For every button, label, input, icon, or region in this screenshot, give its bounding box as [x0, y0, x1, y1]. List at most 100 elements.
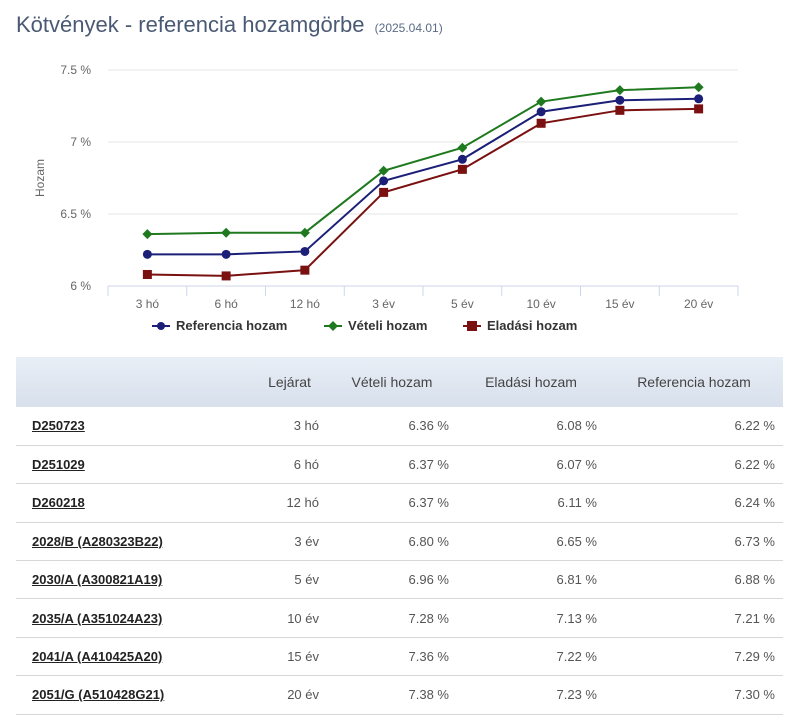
x-tick-label: 20 év [684, 297, 713, 311]
legend-item-buy[interactable]: Vételi hozam [324, 318, 427, 333]
x-tick-label: 3 év [372, 297, 395, 311]
y-tick-label: 7.5 % [60, 63, 91, 77]
buy-yield-cell: 6.36 % [408, 418, 449, 434]
y-tick-label: 6.5 % [60, 207, 91, 221]
bond-name-cell: 2041/A (A410425A20) [16, 637, 252, 675]
bond-table: Lejárat Vételi hozam Eladási hozam Refer… [16, 357, 783, 715]
sell-yield-cell: 6.11 % [557, 495, 597, 511]
x-tick-label: 15 év [605, 297, 634, 311]
data-point [142, 269, 152, 279]
table-row: D251029 6 hó 6.37 % 6.07 % 6.22 % [16, 445, 783, 484]
legend-square-icon [463, 320, 481, 331]
page-title: Kötvények - referencia hozamgörbe (2025.… [16, 12, 443, 38]
x-tick-label: 10 év [526, 297, 555, 311]
title-date: (2025.04.01) [374, 21, 443, 35]
x-tick-label: 6 hó [214, 297, 238, 311]
bond-name-cell: 2035/A (A351024A23) [16, 599, 252, 637]
bond-name-cell: D251029 [16, 445, 252, 483]
ref-yield-cell: 6.22 % [734, 418, 775, 434]
table-row: 2030/A (A300821A19) 5 év 6.96 % 6.81 % 6.88 … [16, 560, 783, 599]
data-point [221, 227, 232, 238]
col-header-buy[interactable]: Vételi hozam [327, 357, 457, 407]
legend-circle-icon [152, 321, 170, 330]
x-tick-label: 5 év [451, 297, 474, 311]
data-point [615, 105, 625, 115]
data-point [694, 94, 704, 104]
bond-link[interactable]: 2030/A (A300821A19) [32, 572, 162, 587]
table-body: D250723 3 hó 6.36 % 6.08 % 6.22 % D251029 6 hó… [16, 407, 783, 715]
legend-item-sell[interactable]: Eladási hozam [463, 318, 577, 333]
table-row: 2041/A (A410425A20) 15 év 7.36 % 7.22 % 7.29… [16, 637, 783, 676]
ref-yield-cell: 6.88 % [734, 572, 775, 588]
col-header-ref[interactable]: Referencia hozam [605, 357, 783, 407]
legend-diamond-icon [324, 320, 342, 331]
maturity-cell: 12 hó [286, 495, 319, 511]
x-tick-label: 12 hó [290, 297, 320, 311]
x-tick-label: 3 hó [136, 297, 160, 311]
data-point [142, 249, 152, 259]
y-tick-label: 6 % [70, 279, 91, 293]
ref-yield-cell: 6.22 % [734, 457, 775, 473]
data-point [221, 249, 231, 259]
col-header-name [16, 357, 252, 407]
data-point [536, 96, 547, 107]
bond-name-cell: D250723 [16, 407, 252, 445]
table-row: 2028/B (A280323B22) 3 év 6.80 % 6.65 % 6.73 … [16, 522, 783, 561]
legend-label-ref: Referencia hozam [176, 318, 288, 333]
y-tick-label: 7 % [70, 135, 91, 149]
bond-link[interactable]: 2028/B (A280323B22) [32, 534, 163, 549]
ref-yield-cell: 7.30 % [734, 687, 775, 703]
series-line-2 [147, 107, 699, 277]
data-point [536, 118, 546, 128]
data-point [300, 246, 310, 256]
buy-yield-cell: 6.80 % [408, 533, 449, 549]
series-line-0 [147, 97, 699, 256]
bond-name-cell: 2030/A (A300821A19) [16, 561, 252, 599]
maturity-cell: 3 év [294, 533, 319, 549]
table-row: 2035/A (A351024A23) 10 év 7.28 % 7.13 % 7.21… [16, 598, 783, 638]
sell-yield-cell: 6.08 % [556, 418, 597, 434]
table-header-row: Lejárat Vételi hozam Eladási hozam Refer… [16, 357, 783, 407]
data-point [142, 229, 153, 240]
buy-yield-cell: 7.38 % [408, 687, 449, 703]
chart-legend: Referencia hozam Vételi hozam Eladási ho… [0, 318, 800, 336]
sell-yield-cell: 7.23 % [556, 687, 597, 703]
ref-yield-cell: 7.21 % [734, 610, 775, 626]
maturity-cell: 3 hó [293, 418, 319, 434]
maturity-cell: 20 év [287, 687, 319, 703]
bond-name-cell: D260218 [16, 484, 252, 522]
maturity-cell: 5 év [294, 572, 319, 588]
data-point [300, 265, 310, 275]
title-text: Kötvények - referencia hozamgörbe [16, 12, 365, 37]
legend-label-buy: Vételi hozam [348, 318, 428, 333]
y-axis-label: Hozam [33, 159, 47, 197]
col-header-maturity[interactable]: Lejárat [252, 357, 327, 407]
maturity-cell: 15 év [287, 649, 319, 665]
data-point [536, 107, 546, 117]
ref-yield-cell: 6.73 % [734, 533, 775, 549]
yield-curve-chart: 6 % 6.5 % 7 % 7.5 % Hozam 3 hó 6 hó 12 hó 3 év 5 … [33, 63, 739, 311]
sell-yield-cell: 7.13 % [556, 610, 597, 626]
data-point [379, 176, 389, 186]
bond-link[interactable]: 2051/G (A510428G21) [32, 687, 164, 702]
data-point [457, 142, 468, 153]
maturity-cell: 10 év [287, 610, 319, 626]
bond-link[interactable]: 2035/A (A351024A23) [32, 611, 162, 626]
buy-yield-cell: 6.96 % [408, 572, 449, 588]
legend-item-ref[interactable]: Referencia hozam [152, 318, 287, 333]
bond-link[interactable]: D260218 [32, 495, 85, 510]
ref-yield-cell: 6.24 % [734, 495, 775, 511]
buy-yield-cell: 6.37 % [408, 495, 449, 511]
table-row: 2051/G (A510428G21) 20 év 7.38 % 7.23 % 7.30… [16, 675, 783, 715]
table-row: D260218 12 hó 6.37 % 6.11 % 6.24 % [16, 483, 783, 523]
bond-name-cell: 2051/G (A510428G21) [16, 676, 252, 714]
sell-yield-cell: 7.22 % [556, 649, 597, 665]
bond-name-cell: 2028/B (A280323B22) [16, 522, 252, 560]
bond-link[interactable]: D250723 [32, 418, 85, 433]
maturity-cell: 6 hó [293, 457, 319, 473]
bond-link[interactable]: D251029 [32, 457, 85, 472]
bond-table-container: Lejárat Vételi hozam Eladási hozam Refer… [16, 357, 783, 715]
bond-link[interactable]: 2041/A (A410425A20) [32, 649, 162, 664]
data-point [615, 95, 625, 105]
col-header-sell[interactable]: Eladási hozam [457, 357, 605, 407]
